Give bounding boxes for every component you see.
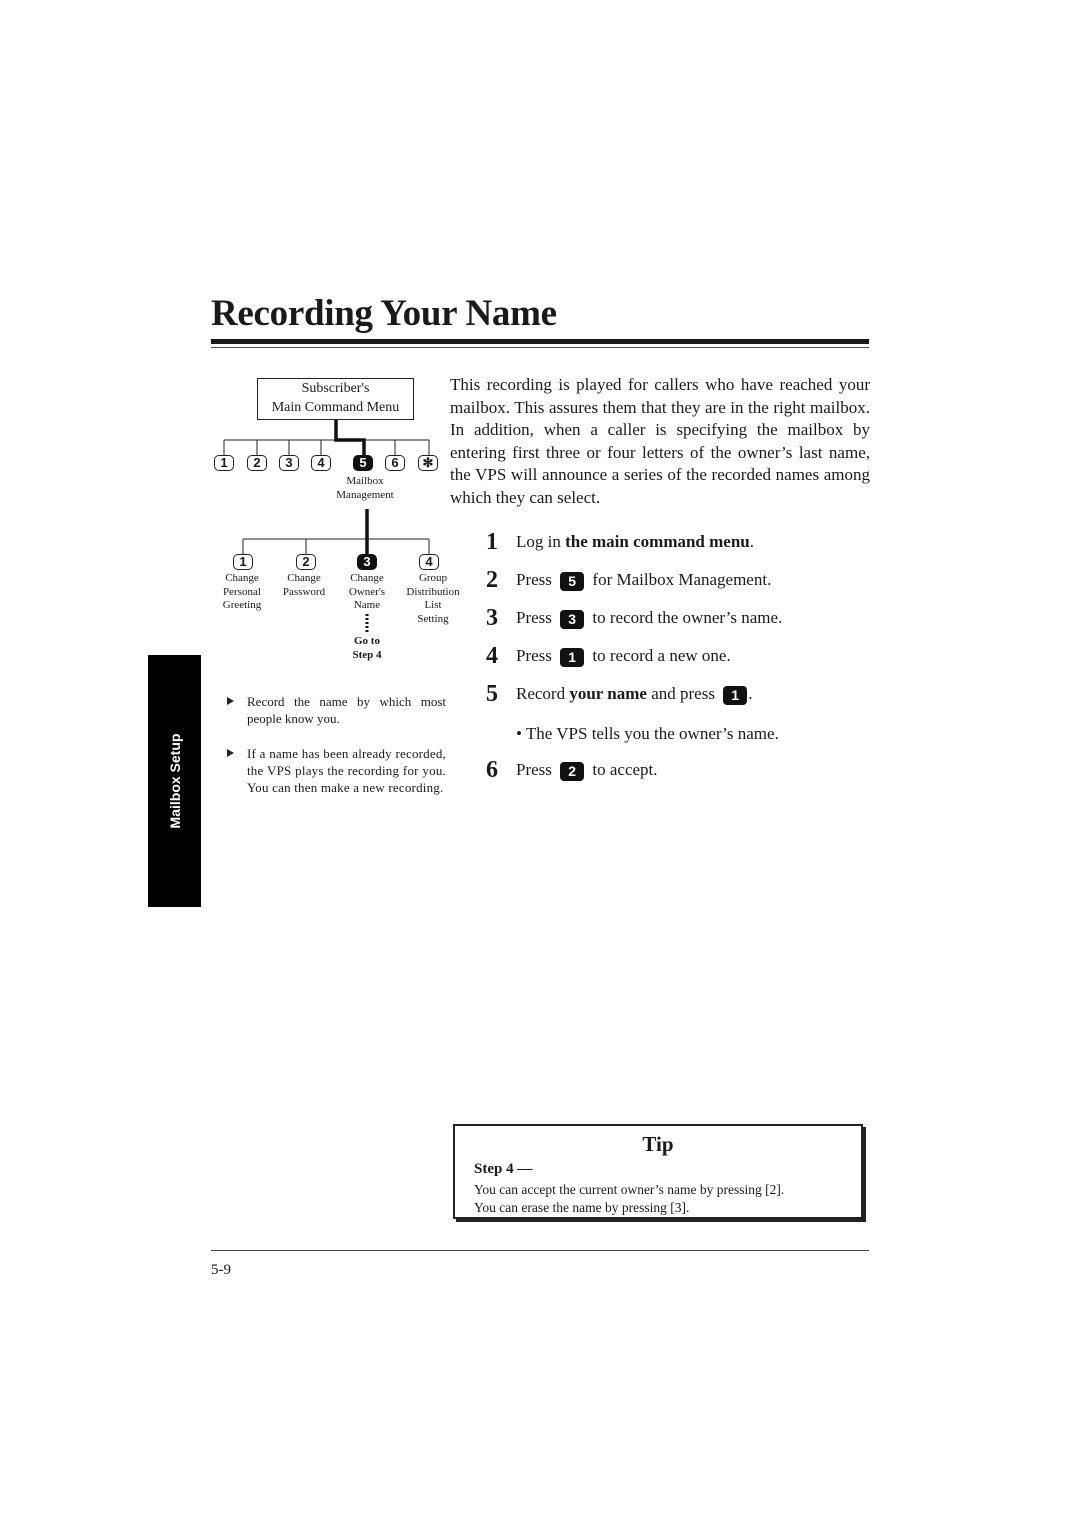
step-6: 6 Press 2 to accept. xyxy=(486,757,658,783)
change-personal-greeting-label: Change Personal Greeting xyxy=(222,572,262,611)
key-icon: 1 xyxy=(723,686,748,705)
key-6: 6 xyxy=(385,455,405,471)
sub-key-1: 1 xyxy=(233,554,253,570)
step-4: 4 Press 1 to record a new one. xyxy=(486,643,731,669)
step-1: 1 Log in the main command menu. xyxy=(486,529,755,555)
menu-tree-diagram: Subscriber's Main Command Menu 1 2 3 4 5… xyxy=(212,372,470,672)
main-command-menu-box: Subscriber's Main Command Menu xyxy=(257,378,414,420)
page-title: Recording Your Name xyxy=(211,293,557,334)
mailbox-management-label: Mailbox Management xyxy=(336,475,394,501)
title-rule-thin xyxy=(211,347,869,348)
menu-box-line2: Main Command Menu xyxy=(271,400,400,415)
step-number: 2 xyxy=(486,567,498,593)
side-tab-label: Mailbox Setup xyxy=(166,733,183,829)
key-3: 3 xyxy=(279,455,299,471)
title-rule-thick xyxy=(211,339,869,344)
step-number: 4 xyxy=(486,643,498,669)
key-icon: 1 xyxy=(560,648,585,667)
note-item: If a name has been already recorded, the… xyxy=(227,745,446,796)
step-number: 5 xyxy=(486,681,498,707)
key-icon: 3 xyxy=(560,610,585,629)
change-password-label: Change Password xyxy=(282,572,326,598)
key-5-selected: 5 xyxy=(353,455,373,471)
key-2: 2 xyxy=(247,455,267,471)
sub-key-2: 2 xyxy=(296,554,316,570)
tip-title: Tip xyxy=(642,1132,674,1156)
group-distribution-list-label: Group Distribution List Setting xyxy=(406,572,460,625)
step-2: 2 Press 5 for Mailbox Management. xyxy=(486,567,772,593)
triangle-bullet-icon xyxy=(227,697,234,705)
key-star: ✻ xyxy=(418,455,438,471)
key-1: 1 xyxy=(214,455,234,471)
step-5-sub-bullet: • The VPS tells you the owner’s name. xyxy=(516,724,779,743)
step-number: 1 xyxy=(486,529,498,555)
step-5: 5 Record your name and press 1. xyxy=(486,681,753,707)
menu-box-line1: Subscriber's xyxy=(301,381,370,396)
tip-box: Tip Step 4 — You can accept the current … xyxy=(453,1124,863,1219)
triangle-bullet-icon xyxy=(227,749,234,757)
key-icon: 2 xyxy=(560,762,585,781)
tip-heading: Step 4 — xyxy=(474,1161,533,1177)
key-icon: 5 xyxy=(560,572,585,591)
section-side-tab: Mailbox Setup xyxy=(148,655,201,907)
note-item: Record the name by which most people kno… xyxy=(227,693,446,727)
step-number: 3 xyxy=(486,605,498,631)
step-number: 6 xyxy=(486,757,498,783)
sub-key-3-selected: 3 xyxy=(357,554,377,570)
footer-rule xyxy=(211,1250,869,1251)
key-4: 4 xyxy=(311,455,331,471)
change-owners-name-label: Change Owner's Name xyxy=(348,572,386,611)
page-number: 5-9 xyxy=(211,1262,231,1278)
tip-body: You can accept the current owner’s name … xyxy=(474,1182,785,1215)
intro-paragraph: This recording is played for callers who… xyxy=(450,375,870,507)
goto-step4-label: Go to Step 4 xyxy=(352,635,382,661)
step-3: 3 Press 3 to record the owner’s name. xyxy=(486,605,783,631)
sub-key-4: 4 xyxy=(419,554,439,570)
